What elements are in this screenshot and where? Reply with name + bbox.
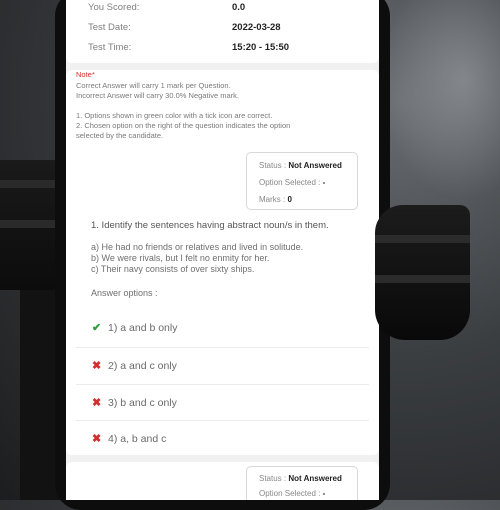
- answer-option-label: 2) a and c only: [108, 360, 177, 372]
- option-selected-label: Option Selected :: [259, 178, 321, 187]
- note-line: 1. Options shown in green color with a t…: [76, 111, 273, 120]
- status-row: Status : Not Answered: [259, 161, 342, 170]
- background-light: [380, 0, 500, 200]
- answer-options-label: Answer options :: [91, 288, 158, 298]
- answer-option-label: 1) a and b only: [108, 322, 178, 334]
- test-time-value: 15:20 - 15:50: [232, 42, 290, 53]
- marks-label: Marks :: [259, 195, 286, 204]
- status-row: Status : Not Answered: [259, 474, 342, 483]
- status-box: Status : Not Answered Option Selected : …: [246, 152, 358, 210]
- scored-value: 0.0: [232, 2, 246, 13]
- marks-value: 0: [287, 195, 292, 204]
- question-sentence: b) We were rivals, but I felt no enmity …: [91, 253, 270, 263]
- note-title: Note*: [76, 70, 95, 79]
- status-value: Not Answered: [288, 161, 342, 170]
- status-label: Status :: [259, 161, 287, 170]
- answer-option-label: 4) a, b and c: [108, 433, 167, 445]
- cross-icon: ✖: [92, 397, 102, 409]
- option-selected-row: Option Selected : -: [259, 178, 325, 187]
- option-selected-value: -: [322, 489, 326, 498]
- note-line: Correct Answer will carry 1 mark per Que…: [76, 81, 231, 90]
- option-selected-label: Option Selected :: [259, 489, 321, 498]
- status-value: Not Answered: [288, 474, 342, 483]
- status-label: Status :: [259, 474, 287, 483]
- question-card: Note* Correct Answer will carry 1 mark p…: [66, 70, 379, 455]
- divider: [76, 347, 369, 348]
- check-icon: ✔: [92, 322, 102, 334]
- status-box: Status : Not Answered Option Selected : …: [246, 466, 358, 500]
- note-line: 2. Chosen option on the right of the que…: [76, 121, 291, 130]
- cross-icon: ✖: [92, 433, 102, 445]
- test-date-value: 2022-03-28: [232, 22, 281, 33]
- question-sentence: c) Their navy consists of over sixty shi…: [91, 264, 255, 274]
- note-line: Incorrect Answer will carry 30.0% Negati…: [76, 91, 239, 100]
- test-date-label: Test Date:: [88, 22, 131, 33]
- next-question-card: Status : Not Answered Option Selected : …: [66, 462, 379, 500]
- answer-option-label: 3) b and c only: [108, 397, 177, 409]
- question-sentence: a) He had no friends or relatives and li…: [91, 242, 304, 252]
- score-summary-card: You Scored: 0.0 Test Date: 2022-03-28 Te…: [66, 0, 379, 63]
- phone-holder-right-arm: [375, 205, 470, 340]
- option-selected-row: Option Selected : -: [259, 489, 325, 498]
- phone-screen: You Scored: 0.0 Test Date: 2022-03-28 Te…: [66, 0, 379, 500]
- scored-label: You Scored:: [88, 2, 140, 13]
- question-text: 1. Identify the sentences having abstrac…: [91, 220, 329, 231]
- note-line: selected by the candidate.: [76, 131, 164, 140]
- divider: [76, 420, 369, 421]
- cross-icon: ✖: [92, 360, 102, 372]
- test-time-label: Test Time:: [88, 42, 132, 53]
- option-selected-value: -: [322, 178, 326, 187]
- divider: [76, 384, 369, 385]
- marks-row: Marks : 0: [259, 195, 292, 204]
